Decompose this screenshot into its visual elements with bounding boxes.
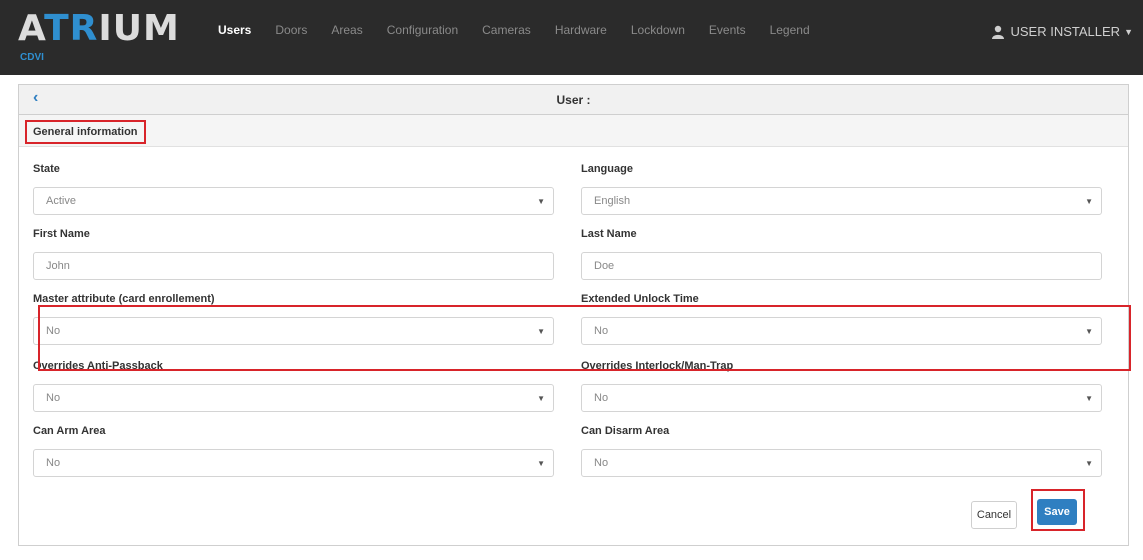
arm-area-label: Can Arm Area bbox=[33, 425, 106, 437]
section-title: General information bbox=[25, 120, 146, 144]
language-value: English bbox=[594, 195, 631, 207]
logo-wordmark: ATRIUM bbox=[18, 8, 180, 49]
top-navbar: ATRIUM CDVI Users Doors Areas Configurat… bbox=[0, 0, 1143, 75]
panel-header: ‹ User : bbox=[19, 85, 1128, 115]
main-nav: Users Doors Areas Configuration Cameras … bbox=[218, 0, 834, 60]
user-icon bbox=[991, 25, 1004, 39]
state-field: State Active ▼ bbox=[33, 163, 554, 215]
last-name-value: Doe bbox=[594, 260, 615, 272]
first-name-input[interactable]: John bbox=[33, 252, 554, 280]
anti-passback-select[interactable]: No ▼ bbox=[33, 384, 554, 412]
nav-configuration[interactable]: Configuration bbox=[387, 23, 458, 37]
first-name-value: John bbox=[46, 260, 70, 272]
interlock-select[interactable]: No ▼ bbox=[581, 384, 1102, 412]
chevron-down-icon: ▼ bbox=[1085, 394, 1093, 403]
nav-areas[interactable]: Areas bbox=[331, 23, 362, 37]
state-value: Active bbox=[46, 195, 76, 207]
arm-area-select[interactable]: No ▼ bbox=[33, 449, 554, 477]
state-select[interactable]: Active ▼ bbox=[33, 187, 554, 215]
chevron-down-icon: ▼ bbox=[1085, 459, 1093, 468]
arm-area-field: Can Arm Area No ▼ bbox=[33, 425, 554, 477]
nav-hardware[interactable]: Hardware bbox=[555, 23, 607, 37]
disarm-area-select[interactable]: No ▼ bbox=[581, 449, 1102, 477]
interlock-value: No bbox=[594, 392, 609, 404]
first-name-field: First Name John bbox=[33, 228, 554, 280]
first-name-label: First Name bbox=[33, 228, 90, 240]
chevron-down-icon: ▼ bbox=[537, 197, 545, 206]
nav-legend[interactable]: Legend bbox=[770, 23, 810, 37]
disarm-area-label: Can Disarm Area bbox=[581, 425, 670, 437]
disarm-area-field: Can Disarm Area No ▼ bbox=[581, 425, 1102, 477]
panel-title: User : bbox=[556, 93, 591, 107]
user-panel: ‹ User : General information State Activ… bbox=[18, 84, 1131, 546]
state-label: State bbox=[33, 163, 60, 175]
save-button[interactable]: Save bbox=[1037, 499, 1077, 525]
last-name-label: Last Name bbox=[581, 228, 637, 240]
user-menu[interactable]: USER INSTALLER ▼ bbox=[991, 24, 1133, 39]
arm-area-value: No bbox=[46, 457, 61, 469]
name-fields-highlight bbox=[38, 305, 1131, 371]
language-field: Language English ▼ bbox=[581, 163, 1102, 215]
disarm-area-value: No bbox=[594, 457, 609, 469]
nav-users[interactable]: Users bbox=[218, 23, 251, 37]
user-name: USER INSTALLER bbox=[1010, 24, 1121, 39]
nav-doors[interactable]: Doors bbox=[275, 23, 307, 37]
last-name-field: Last Name Doe bbox=[581, 228, 1102, 280]
caret-down-icon: ▼ bbox=[1124, 26, 1133, 37]
section-header: General information bbox=[19, 115, 1128, 147]
nav-cameras[interactable]: Cameras bbox=[482, 23, 531, 37]
chevron-down-icon: ▼ bbox=[537, 459, 545, 468]
nav-lockdown[interactable]: Lockdown bbox=[631, 23, 685, 37]
atrium-logo[interactable]: ATRIUM CDVI bbox=[18, 8, 188, 63]
cancel-button[interactable]: Cancel bbox=[971, 501, 1017, 529]
last-name-input[interactable]: Doe bbox=[581, 252, 1102, 280]
language-select[interactable]: English ▼ bbox=[581, 187, 1102, 215]
language-label: Language bbox=[581, 163, 633, 175]
logo-subtitle: CDVI bbox=[20, 52, 44, 63]
anti-passback-value: No bbox=[46, 392, 61, 404]
nav-events[interactable]: Events bbox=[709, 23, 746, 37]
chevron-down-icon: ▼ bbox=[537, 394, 545, 403]
chevron-down-icon: ▼ bbox=[1085, 197, 1093, 206]
